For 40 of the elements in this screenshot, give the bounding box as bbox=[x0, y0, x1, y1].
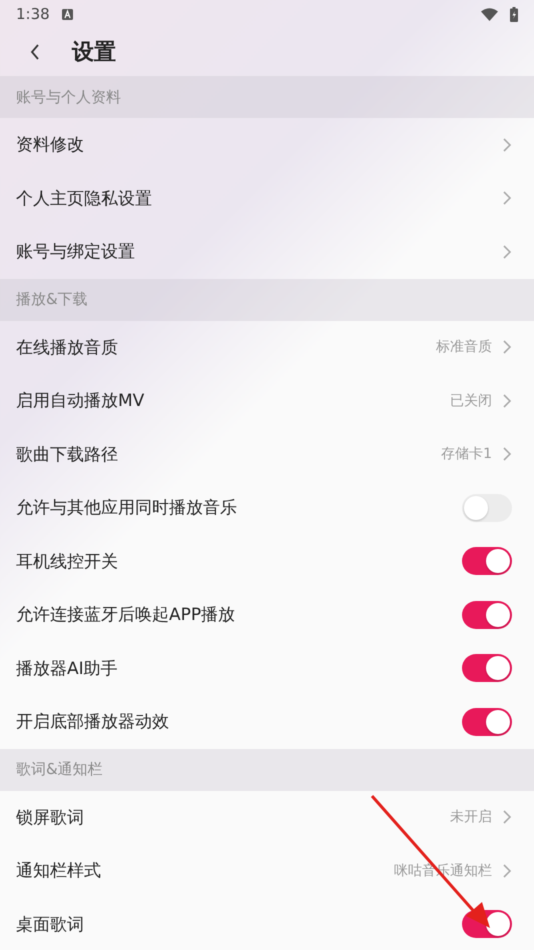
section-title: 账号与个人资料 bbox=[16, 88, 121, 106]
chevron-icon bbox=[502, 446, 512, 462]
setting-value: 已关闭 bbox=[450, 392, 492, 410]
toggle-switch[interactable] bbox=[462, 654, 512, 682]
toggle-switch[interactable] bbox=[462, 708, 512, 736]
notification-icon bbox=[62, 8, 73, 20]
setting-value: 标准音质 bbox=[436, 338, 492, 356]
setting-label: 允许与其他应用同时播放音乐 bbox=[16, 497, 238, 520]
chevron-icon bbox=[502, 339, 512, 356]
setting-value: 未开启 bbox=[450, 808, 492, 826]
wifi-icon bbox=[481, 8, 498, 20]
toggle-switch[interactable] bbox=[462, 600, 512, 629]
setting-label[interactable]: 歌曲下载路径 bbox=[16, 442, 442, 466]
chevron-icon bbox=[502, 809, 512, 826]
toggle-switch[interactable] bbox=[462, 547, 512, 576]
chevron-icon bbox=[502, 136, 512, 153]
section-title: 播放&下载 bbox=[16, 290, 88, 309]
status-time: 1:38 bbox=[16, 5, 50, 23]
setting-label[interactable]: 资料修改 bbox=[16, 133, 502, 156]
back-icon bbox=[30, 43, 40, 61]
setting-label[interactable]: 在线播放音质 bbox=[16, 336, 436, 359]
section-title: 歌词&通知栏 bbox=[16, 760, 103, 779]
chevron-icon bbox=[502, 862, 512, 879]
setting-label: 桌面歌词 bbox=[16, 914, 85, 936]
setting-label[interactable]: 账号与绑定设置 bbox=[16, 240, 502, 264]
setting-label[interactable]: 个人主页隐私设置 bbox=[16, 186, 502, 210]
chevron-icon bbox=[502, 392, 512, 409]
setting-label: 耳机线控开关 bbox=[16, 550, 119, 573]
setting-label[interactable]: 启用自动播放MV bbox=[16, 389, 450, 412]
page-title: 设置 bbox=[72, 39, 116, 67]
setting-label: 播放器AI助手 bbox=[16, 658, 119, 680]
setting-label: 开启底部播放器动效 bbox=[16, 711, 170, 734]
setting-value: 存储卡1 bbox=[441, 445, 492, 464]
chevron-icon bbox=[502, 190, 512, 206]
setting-label[interactable]: 通知栏样式 bbox=[16, 859, 394, 882]
chevron-icon bbox=[502, 244, 512, 260]
setting-label[interactable]: 锁屏歌词 bbox=[16, 806, 450, 829]
setting-label: 允许连接蓝牙后唤起APP播放 bbox=[16, 604, 236, 626]
battery-icon bbox=[510, 6, 518, 22]
toggle-switch[interactable] bbox=[462, 494, 512, 522]
